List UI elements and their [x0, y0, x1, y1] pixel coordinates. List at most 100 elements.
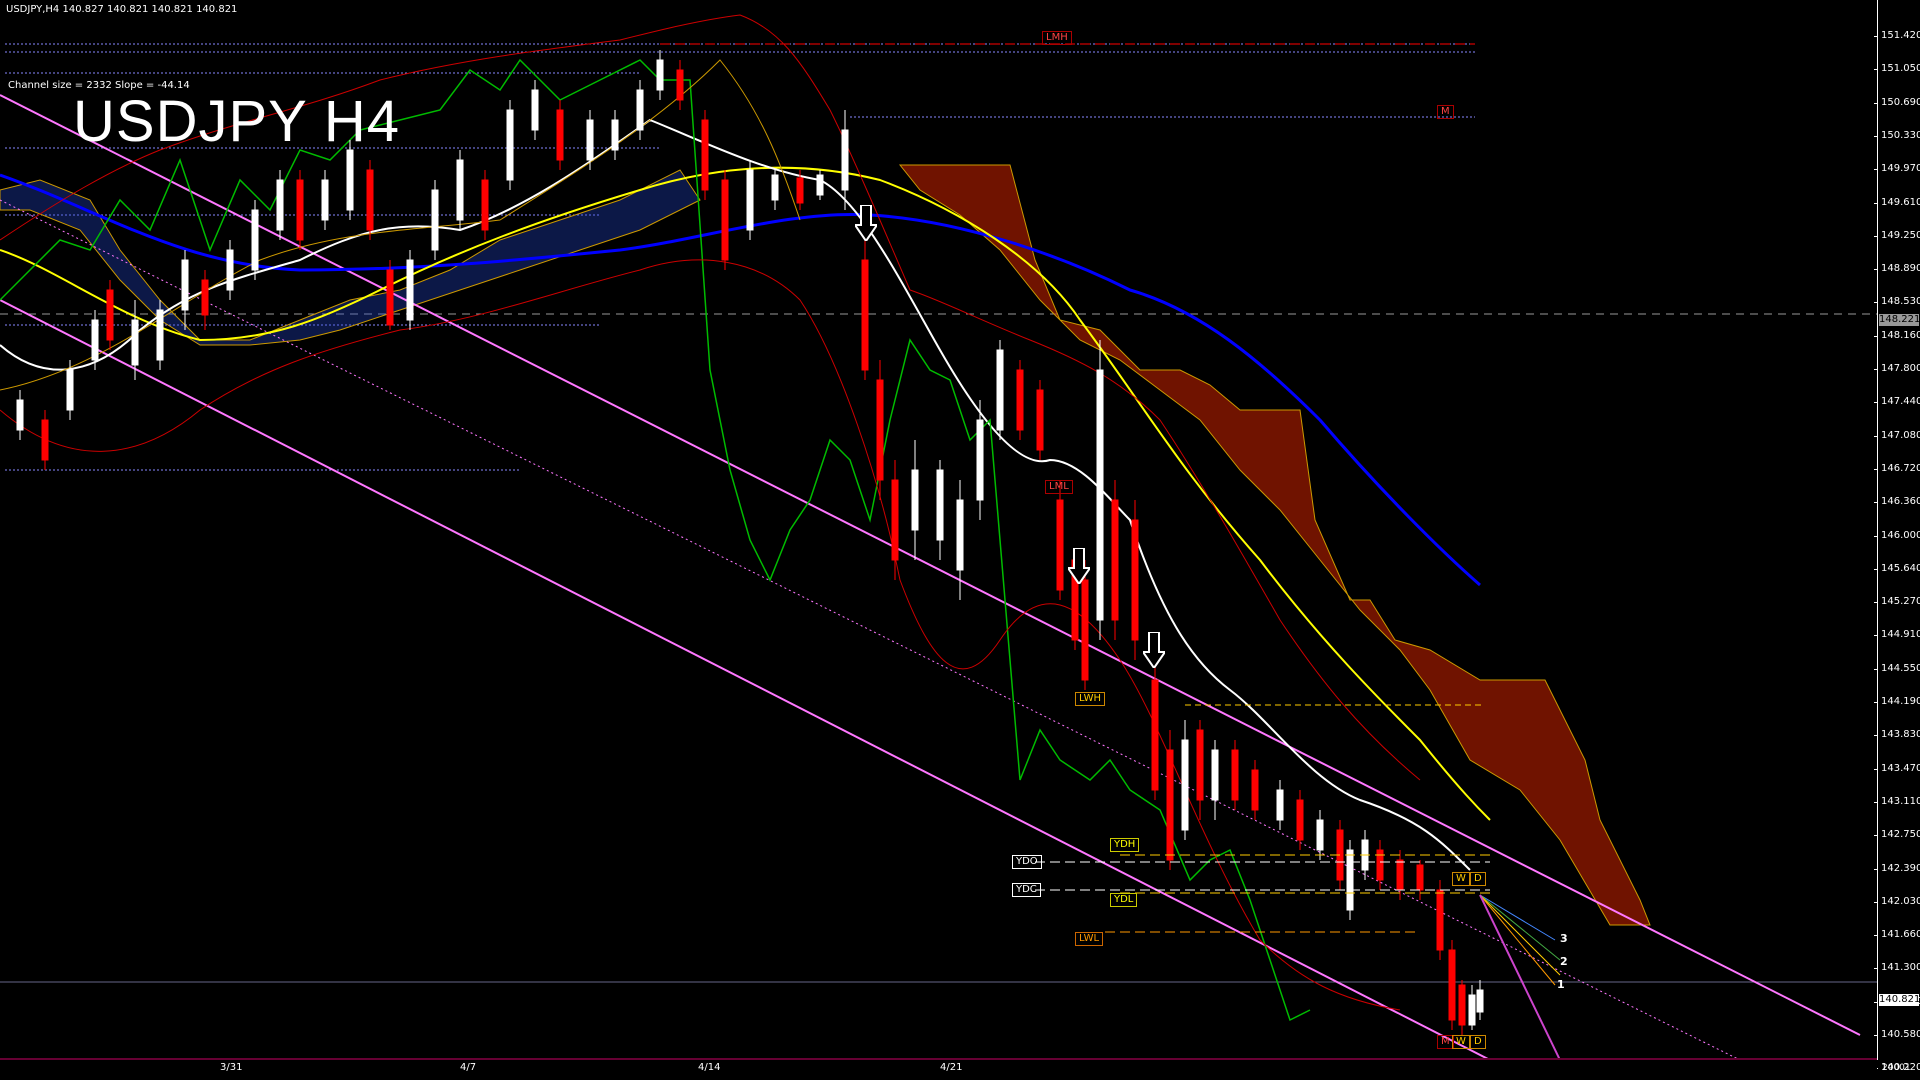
bear-candle [41, 410, 49, 470]
bull-candle [181, 250, 189, 330]
price-tick-label: 150.330 [1881, 129, 1920, 141]
projection-line [1479, 894, 1561, 961]
bear-candle [1036, 380, 1044, 460]
chart-title: USDJPY H4 [73, 89, 401, 154]
price-tick-label: 142.750 [1881, 829, 1920, 841]
channel-upper-line [0, 94, 1861, 1036]
price-tick-label: 148.530 [1881, 296, 1920, 308]
bull-candle [636, 80, 644, 140]
bull-candle [746, 160, 754, 240]
price-tick-label: 149.970 [1881, 163, 1920, 175]
bull-candle [226, 240, 234, 300]
price-tick-label: 149.250 [1881, 229, 1920, 241]
price-tick-label: 143.110 [1881, 795, 1920, 807]
price-tick-label: 143.830 [1881, 729, 1920, 741]
bull-candle [771, 170, 779, 210]
bear-candle [106, 280, 114, 350]
price-tick-label: 148.160 [1881, 329, 1920, 341]
bull-candle [276, 170, 284, 240]
bear-candle [1166, 730, 1174, 870]
bull-candle [976, 400, 984, 520]
price-tick-label: 141.300 [1881, 962, 1920, 974]
bull-candle [1346, 840, 1354, 920]
price-tick-label: 142.030 [1881, 895, 1920, 907]
price-tick-label: 144.910 [1881, 629, 1920, 641]
lml-tag: LML [1045, 480, 1073, 494]
bear-candle [366, 160, 374, 240]
price-tick-label: 145.640 [1881, 562, 1920, 574]
bear-candle [1131, 500, 1139, 660]
bull-candle [996, 340, 1004, 440]
price-tick-label: 142.390 [1881, 862, 1920, 874]
price-tick-label: 151.420 [1881, 30, 1920, 41]
bull-candle [1476, 980, 1484, 1020]
wave-label-3: 3 [1560, 932, 1568, 945]
price-tick-label: 145.270 [1881, 596, 1920, 608]
bull-candle [1276, 780, 1284, 830]
bear-candle [556, 100, 564, 170]
bear-candle [1376, 840, 1384, 890]
price-tick-label: 147.080 [1881, 429, 1920, 441]
price-tick-label: 146.000 [1881, 529, 1920, 541]
bear-candle [1436, 880, 1444, 960]
price-plot[interactable] [0, 0, 1877, 1060]
bull-candle [1316, 810, 1324, 860]
bear-candle [386, 260, 394, 330]
lwh-tag: LWH [1075, 692, 1106, 706]
channel-mid-line [0, 199, 1741, 1060]
wave-label-2: 2 [1560, 955, 1568, 968]
bear-candle [1231, 740, 1239, 810]
bollinger-lower [0, 259, 1401, 1011]
bull-candle [506, 100, 514, 190]
down-arrow-icon [1143, 632, 1165, 668]
bull-candle [456, 150, 464, 230]
bear-candle [1416, 860, 1424, 900]
bear-candle [1056, 480, 1064, 600]
w-tag-right: W [1452, 872, 1470, 886]
lwl-tag: LWL [1075, 932, 1104, 946]
price-tick-label: 143.470 [1881, 762, 1920, 774]
bear-candle [1458, 980, 1466, 1035]
ydl-tag: YDL [1110, 893, 1138, 907]
price-tick-label: 147.440 [1881, 396, 1920, 408]
price-tick-label: 147.800 [1881, 363, 1920, 374]
price-tick-label: 148.890 [1881, 263, 1920, 275]
price-axis[interactable]: 151.420 151.050 150.690 150.330 149.970 149.6… [1874, 0, 1920, 1073]
chart-header: USDJPY,H4 140.827 140.821 140.821 140.82… [6, 4, 238, 15]
d-tag-right: D [1470, 872, 1486, 886]
chart-window[interactable]: USDJPY,H4 140.827 140.821 140.821 140.82… [0, 0, 1920, 1080]
price-tick-label: 140.580 [1881, 1029, 1920, 1040]
price-tick-label: 149.610 [1881, 196, 1920, 208]
price-tick-label: 146.720 [1881, 462, 1920, 474]
projection-line [1479, 894, 1561, 976]
bull-candle [816, 170, 824, 200]
current-price-tag: 140.821 [1879, 994, 1920, 1006]
time-label: 3/31 [220, 1062, 243, 1073]
time-label: 4/21 [940, 1062, 963, 1073]
bear-candle [876, 360, 884, 500]
price-tick-label: 144.550 [1881, 662, 1920, 674]
bull-candle [321, 170, 329, 230]
bear-candle [1196, 720, 1204, 820]
time-label: 4/14 [698, 1062, 721, 1073]
time-axis[interactable]: 3/31 4/7 4/14 4/21 [0, 1060, 1877, 1080]
d-tag-bottom: D [1470, 1035, 1486, 1049]
bull-candle [1096, 340, 1104, 640]
reference-price-tag: 148.221 [1879, 314, 1920, 326]
corner-label: 20001 [1882, 1063, 1911, 1073]
wave-label-1: 1 [1557, 978, 1565, 991]
bear-candle [676, 60, 684, 110]
bear-candle [891, 460, 899, 580]
projection-line [1479, 894, 1561, 1060]
bull-candle [841, 110, 849, 210]
down-arrow-icon [855, 205, 877, 241]
bear-candle [1111, 480, 1119, 640]
sma-fast-line [0, 118, 1471, 871]
bear-candle [701, 110, 709, 200]
sma-long-line [0, 173, 1481, 587]
bear-candle [481, 170, 489, 240]
kumo-cloud-upper [898, 164, 1651, 926]
bull-candle [911, 440, 919, 560]
down-arrow-icon [1068, 548, 1090, 584]
bear-candle [861, 240, 869, 380]
